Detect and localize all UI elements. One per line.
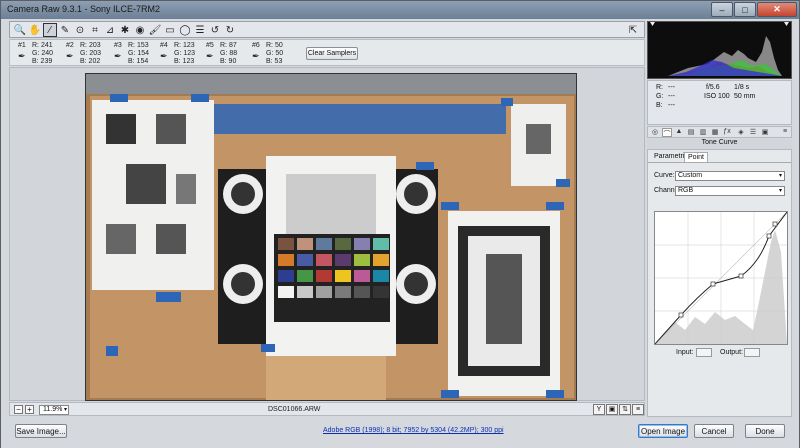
eyedropper-icon: ✒ — [160, 51, 168, 61]
divider — [648, 162, 791, 163]
color-samplers-bar: #1 ✒ R: 241 G: 240 B: 239 #2 ✒ R: 203 G: 203 B: … — [9, 39, 645, 66]
preview-image[interactable] — [85, 73, 577, 401]
chevron-down-icon: ▾ — [778, 173, 782, 179]
preview-area[interactable] — [9, 67, 645, 401]
focal-length: 50 mm — [734, 93, 756, 100]
spot-removal-icon[interactable]: ✱ — [118, 23, 132, 37]
straighten-icon[interactable]: ⊿ — [103, 23, 117, 37]
zoom-icon[interactable]: 🔍 — [13, 23, 27, 37]
tab-presets-icon[interactable]: ☰ — [748, 128, 758, 137]
tab-effects-icon[interactable]: ƒx — [722, 128, 732, 137]
cancel-button[interactable]: Cancel — [694, 424, 734, 438]
eyedropper-icon: ✒ — [252, 51, 260, 61]
preferences-icon[interactable]: ☰ — [193, 23, 207, 37]
tab-point[interactable]: Point — [684, 152, 708, 162]
tab-basic-icon[interactable]: ◎ — [650, 128, 660, 137]
graduated-filter-icon[interactable]: ▭ — [163, 23, 177, 37]
camera-raw-window: Camera Raw 9.3.1 - Sony ILCE-7RM2 – □ ✕ … — [0, 0, 800, 448]
tab-lens-icon[interactable]: ▦ — [710, 128, 720, 137]
output-label: Output: — [720, 349, 743, 356]
minimize-button[interactable]: – — [711, 2, 733, 17]
channel-select[interactable]: RGB ▾ — [675, 186, 785, 196]
tab-tone-curve-icon[interactable]: ⌒ — [662, 128, 672, 138]
file-name: DSC01066.ARW — [268, 406, 321, 413]
curve-label: Curve: — [654, 172, 675, 179]
eyedropper-icon: ✒ — [18, 51, 26, 61]
adjustment-brush-icon[interactable]: 🖌 — [148, 23, 162, 37]
zoom-level-select[interactable]: 11.9% ▾ — [39, 405, 69, 415]
maximize-button[interactable]: □ — [734, 2, 756, 17]
save-image-button[interactable]: Save Image... — [15, 424, 67, 438]
curve-svg — [654, 211, 788, 345]
title-bar: Camera Raw 9.3.1 - Sony ILCE-7RM2 – □ ✕ — [1, 1, 799, 19]
targeted-adjust-icon[interactable]: ⊙ — [73, 23, 87, 37]
tab-snapshots-icon[interactable]: ▣ — [760, 128, 770, 137]
chevron-down-icon: ▾ — [778, 188, 782, 194]
iso: ISO 100 — [704, 93, 730, 100]
zoom-out-button[interactable]: − — [14, 405, 23, 414]
status-bar: − + 11.9% ▾ DSC01066.ARW Y ▣ ⇅ ≡ — [9, 402, 645, 416]
clear-samplers-button[interactable]: Clear Samplers — [306, 47, 358, 60]
tab-camera-calibration-icon[interactable]: ◈ — [736, 128, 746, 137]
tab-split-toning-icon[interactable]: ▥ — [698, 128, 708, 137]
zoom-in-button[interactable]: + — [25, 405, 34, 414]
swap-icon[interactable]: ⇅ — [619, 404, 631, 415]
chevron-down-icon: ▾ — [63, 407, 67, 413]
eyedropper-icon: ✒ — [66, 51, 74, 61]
color-sampler-icon[interactable]: ✎ — [58, 23, 72, 37]
eyedropper-icon: ✒ — [114, 51, 122, 61]
panel-menu-icon[interactable]: ≡ — [780, 128, 790, 137]
filter-icon[interactable]: Y — [593, 404, 605, 415]
tab-detail-icon[interactable]: ▲ — [674, 128, 684, 137]
input-label: Input: — [676, 349, 694, 356]
histogram — [647, 21, 792, 79]
before-after-icon[interactable]: ▣ — [606, 404, 618, 415]
test-chart-photo — [86, 74, 576, 400]
radial-filter-icon[interactable]: ◯ — [178, 23, 192, 37]
right-panel: R: --- G: --- B: --- f/5.6 1/8 s ISO 100 50… — [647, 21, 793, 417]
tab-hsl-icon[interactable]: ▤ — [686, 128, 696, 137]
shutter-speed: 1/8 s — [734, 84, 750, 91]
tone-curve-panel: Parametric Point Curve: Custom ▾ Channel:… — [647, 149, 792, 417]
curve-select[interactable]: Custom ▾ — [675, 171, 785, 181]
histogram-graph — [650, 22, 789, 76]
tone-curve-graph[interactable] — [654, 211, 788, 345]
open-image-button[interactable]: Open Image — [638, 424, 688, 438]
rotate-cw-icon[interactable]: ↻ — [223, 23, 237, 37]
white-balance-icon[interactable]: ⁄ — [43, 23, 57, 37]
aperture: f/5.6 — [706, 84, 720, 91]
camera-info: R: --- G: --- B: --- f/5.6 1/8 s ISO 100 50… — [647, 80, 792, 125]
input-field[interactable] — [696, 348, 712, 357]
red-eye-icon[interactable]: ◉ — [133, 23, 147, 37]
toggle-fullscreen-icon[interactable]: ⇱ — [626, 23, 640, 37]
crop-icon[interactable]: ⌗ — [88, 23, 102, 37]
window-title: Camera Raw 9.3.1 - Sony ILCE-7RM2 — [7, 4, 161, 14]
done-button[interactable]: Done — [745, 424, 785, 438]
workflow-options-link[interactable]: Adobe RGB (1998); 8 bit; 7952 by 5304 (4… — [323, 427, 504, 434]
panel-tabs: ◎ ⌒ ▲ ▤ ▥ ▦ ƒx ◈ ☰ ▣ ≡ — [647, 126, 792, 138]
panel-title: Tone Curve — [647, 139, 792, 149]
output-field[interactable] — [744, 348, 760, 357]
hand-icon[interactable]: ✋ — [28, 23, 42, 37]
bottom-bar: Save Image... Adobe RGB (1998); 8 bit; 7… — [1, 418, 799, 448]
eyedropper-icon: ✒ — [206, 51, 214, 61]
settings-icon[interactable]: ≡ — [632, 404, 644, 415]
rotate-ccw-icon[interactable]: ↺ — [208, 23, 222, 37]
tool-bar: 🔍 ✋ ⁄ ✎ ⊙ ⌗ ⊿ ✱ ◉ 🖌 ▭ ◯ ☰ ↺ ↻ ⇱ — [9, 21, 645, 38]
close-button[interactable]: ✕ — [757, 2, 797, 17]
